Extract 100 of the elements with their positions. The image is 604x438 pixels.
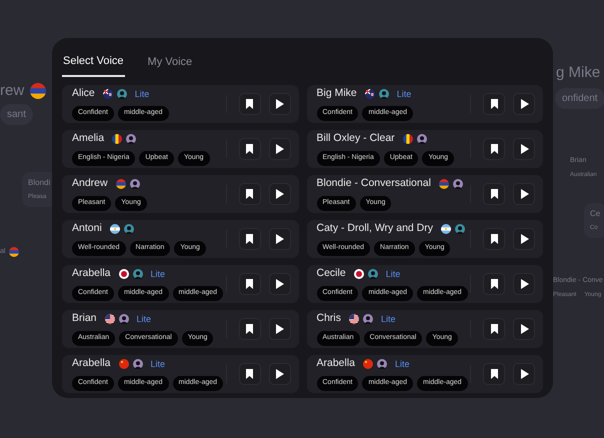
flag-icon	[9, 247, 20, 258]
background-text: rew	[0, 81, 24, 101]
voice-name: Chris	[316, 311, 342, 326]
play-icon	[520, 278, 528, 288]
lite-label: Lite	[150, 268, 166, 280]
flag-icon	[112, 134, 122, 144]
bookmark-button[interactable]	[483, 138, 505, 160]
play-button[interactable]	[513, 362, 535, 384]
bookmark-button[interactable]	[483, 182, 505, 204]
background-text: Ce	[590, 208, 600, 220]
lite-label: Lite	[395, 358, 410, 370]
voice-name: Antoni	[72, 221, 102, 236]
bookmark-icon	[245, 188, 254, 198]
bookmark-icon	[490, 368, 498, 378]
bookmark-icon	[245, 144, 254, 154]
bookmark-icon	[490, 278, 498, 288]
voice-name: Arabella	[72, 356, 111, 372]
play-icon	[275, 144, 284, 154]
play-icon	[275, 368, 284, 378]
flag-icon	[104, 314, 115, 324]
play-button[interactable]	[513, 272, 535, 294]
play-icon	[520, 368, 528, 378]
play-icon	[520, 234, 528, 244]
play-icon	[520, 98, 528, 108]
flag-icon	[438, 179, 449, 190]
play-button[interactable]	[268, 272, 290, 294]
voice-name: Cecile	[316, 266, 346, 282]
bookmark-icon	[490, 324, 498, 334]
play-icon	[275, 98, 284, 108]
lite-label: Lite	[381, 312, 396, 326]
play-icon	[520, 144, 528, 154]
lite-label: Lite	[396, 88, 412, 100]
bookmark-button[interactable]	[238, 228, 260, 250]
bookmark-button[interactable]	[483, 272, 505, 294]
voice-name: Big Mike	[316, 86, 357, 102]
background-text: Blondi	[28, 177, 50, 189]
voice-name: Arabella	[72, 266, 111, 282]
voice-name: Caty - Droll, Wry and Dry	[316, 221, 433, 236]
play-button[interactable]	[268, 318, 290, 340]
flag-icon	[354, 269, 364, 280]
bookmark-button[interactable]	[238, 362, 260, 384]
bookmark-icon	[245, 234, 254, 244]
play-button[interactable]	[268, 228, 290, 250]
play-icon	[275, 324, 284, 334]
flag-icon	[102, 89, 113, 100]
background-tag: onfident	[555, 88, 604, 109]
flag-icon	[118, 359, 129, 370]
play-button[interactable]	[513, 318, 535, 340]
bookmark-icon	[245, 98, 254, 108]
flag-icon	[364, 89, 375, 100]
play-icon	[520, 324, 528, 334]
play-button[interactable]	[268, 138, 290, 160]
lite-label: Lite	[386, 268, 400, 280]
bookmark-icon	[490, 188, 498, 198]
background-text: g Mike	[556, 63, 600, 83]
voice-name: Brian	[72, 311, 97, 326]
bookmark-button[interactable]	[483, 228, 505, 250]
flag-icon	[349, 314, 360, 324]
play-button[interactable]	[268, 362, 290, 384]
voice-name: Amelia	[72, 131, 104, 146]
play-button[interactable]	[268, 92, 290, 114]
play-icon	[520, 188, 528, 198]
voice-name: Blondie - Conversational	[316, 176, 431, 192]
lite-label: Lite	[134, 88, 150, 100]
bookmark-icon	[245, 368, 254, 378]
tab[interactable]: My Voice	[146, 50, 194, 76]
bookmark-icon	[245, 324, 254, 334]
voice-name: Alice	[72, 86, 95, 102]
bookmark-button[interactable]	[238, 182, 260, 204]
play-button[interactable]	[513, 182, 535, 204]
lite-label: Lite	[150, 358, 166, 370]
bookmark-button[interactable]	[238, 92, 260, 114]
voice-name: Andrew	[72, 176, 108, 192]
flag-icon	[110, 224, 120, 234]
play-icon	[275, 278, 284, 288]
bookmark-icon	[490, 234, 498, 244]
play-icon	[275, 234, 284, 244]
flag-icon	[402, 134, 413, 144]
bookmark-button[interactable]	[483, 318, 505, 340]
bookmark-button[interactable]	[238, 138, 260, 160]
lite-label: Lite	[136, 312, 152, 326]
bookmark-button[interactable]	[483, 92, 505, 114]
tab[interactable]: Select Voice	[62, 50, 125, 76]
bookmark-button[interactable]	[238, 272, 260, 294]
flag-icon	[116, 179, 126, 190]
flag-icon	[441, 224, 451, 234]
play-button[interactable]	[513, 228, 535, 250]
bookmark-button[interactable]	[483, 362, 505, 384]
play-icon	[275, 188, 284, 198]
flag-icon	[363, 359, 374, 370]
play-button[interactable]	[513, 138, 535, 160]
bookmark-icon	[245, 278, 254, 288]
background-tag: sant	[0, 104, 33, 125]
flag-icon	[118, 269, 129, 280]
play-button[interactable]	[268, 182, 290, 204]
flag-icon	[30, 83, 46, 100]
play-button[interactable]	[513, 92, 535, 114]
bookmark-button[interactable]	[238, 318, 260, 340]
bookmark-icon	[490, 144, 498, 154]
voice-name: Bill Oxley - Clear	[316, 131, 395, 146]
